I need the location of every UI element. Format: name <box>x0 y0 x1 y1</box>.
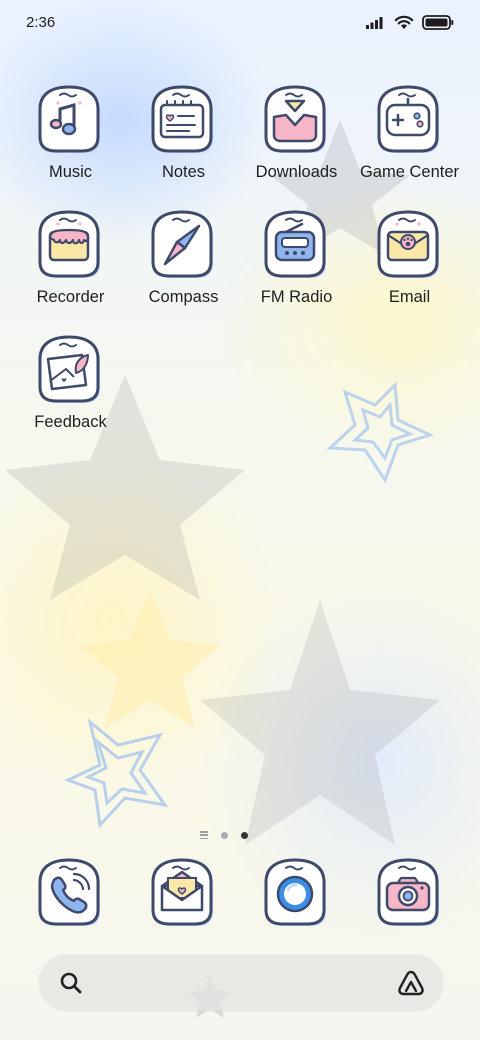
wallpaper-star-blue-right <box>326 381 435 484</box>
page-dot-1 <box>221 831 228 839</box>
music-note-icon <box>38 85 100 153</box>
page-indicator[interactable] <box>200 829 248 841</box>
dock-phone[interactable] <box>34 856 108 930</box>
download-tray-icon <box>264 85 326 153</box>
search-bar[interactable] <box>39 955 443 1011</box>
phone-icon <box>38 858 100 926</box>
app-downloads[interactable]: Downloads <box>240 83 353 182</box>
camera-icon <box>377 858 439 926</box>
dock-browser[interactable] <box>260 856 334 930</box>
app-label-email: Email <box>388 288 431 306</box>
app-compass[interactable]: Compass <box>127 208 240 307</box>
app-recorder[interactable]: Recorder <box>14 208 127 307</box>
feedback-letter-icon <box>38 335 100 403</box>
envelope-paw-icon <box>377 210 439 278</box>
app-label-notes: Notes <box>161 163 206 181</box>
cake-recorder-icon <box>38 210 100 278</box>
wifi-icon <box>394 15 414 29</box>
compass-needle-icon <box>151 210 213 278</box>
app-feedback[interactable]: Feedback <box>14 333 127 432</box>
signal-icon <box>366 17 383 29</box>
status-icons <box>366 14 454 30</box>
app-label-game-center: Game Center <box>359 163 460 181</box>
battery-icon <box>422 14 454 30</box>
page-dot-2-active <box>241 831 248 839</box>
gamepad-icon <box>377 85 439 153</box>
app-label-downloads: Downloads <box>255 163 338 181</box>
envelope-heart-icon <box>151 858 213 926</box>
radio-icon <box>264 210 326 278</box>
wallpaper-star-gray-medium <box>200 600 440 845</box>
browser-orb-icon <box>264 858 326 926</box>
search-icon <box>60 972 82 994</box>
app-game-center[interactable]: Game Center <box>353 83 466 182</box>
wallpaper-star-yellow-soft <box>80 590 220 728</box>
app-notes[interactable]: Notes <box>127 83 240 182</box>
app-email[interactable]: Email <box>353 208 466 307</box>
dock-camera[interactable] <box>373 856 447 930</box>
app-label-fm-radio: FM Radio <box>260 288 333 306</box>
dock-messages[interactable] <box>147 856 221 930</box>
assistant-triangle-icon[interactable] <box>397 969 425 997</box>
app-label-feedback: Feedback <box>34 413 107 431</box>
app-label-recorder: Recorder <box>36 288 105 306</box>
wallpaper-star-blue-left <box>64 718 169 829</box>
app-label-compass: Compass <box>148 288 219 306</box>
app-music[interactable]: Music <box>14 83 127 182</box>
app-label-music: Music <box>48 163 93 181</box>
notepad-icon <box>151 85 213 153</box>
app-fm-radio[interactable]: FM Radio <box>240 208 353 307</box>
page-list-icon <box>200 831 208 839</box>
status-bar: 2:36 <box>0 0 480 44</box>
status-time: 2:36 <box>26 13 56 31</box>
